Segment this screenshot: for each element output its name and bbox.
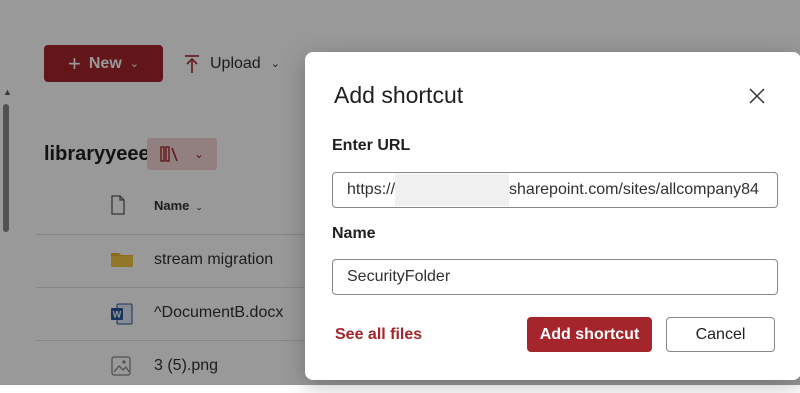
name-field[interactable] bbox=[332, 259, 778, 295]
dialog-title: Add shortcut bbox=[334, 82, 464, 108]
url-value-prefix: https:// bbox=[347, 181, 396, 198]
url-field-label: Enter URL bbox=[332, 137, 411, 154]
add-shortcut-button[interactable]: Add shortcut bbox=[527, 317, 652, 352]
url-field[interactable]: https:// sharepoint.com/sites/allcompany… bbox=[332, 172, 778, 208]
name-input[interactable] bbox=[347, 268, 777, 286]
name-field-label: Name bbox=[332, 225, 376, 242]
cancel-button[interactable]: Cancel bbox=[666, 317, 775, 352]
url-value-suffix: sharepoint.com/sites/allcompany84 bbox=[509, 181, 759, 198]
see-all-files-link[interactable]: See all files bbox=[335, 326, 422, 344]
add-shortcut-dialog: Add shortcut Enter URL https:// sharepoi… bbox=[305, 52, 800, 380]
close-icon[interactable] bbox=[747, 86, 767, 106]
redacted-region bbox=[395, 174, 510, 206]
